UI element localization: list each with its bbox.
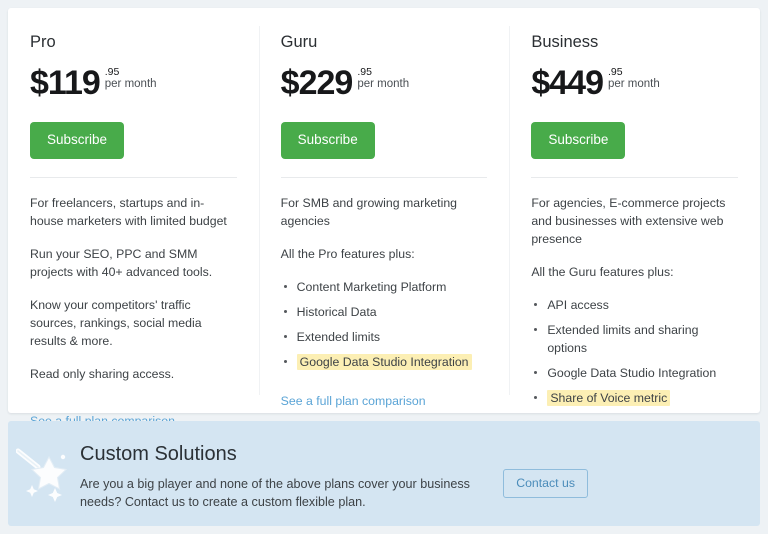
subscribe-button[interactable]: Subscribe — [531, 122, 626, 159]
subscribe-button[interactable]: Subscribe — [30, 122, 125, 159]
plan-price: $119 .95 per month — [30, 66, 237, 104]
plan-column-pro: Pro $119 .95 per month Subscribe For fre… — [8, 8, 259, 428]
feature-text: Historical Data — [296, 304, 377, 319]
plan-column-guru: Guru $229 .95 per month Subscribe For SM… — [258, 8, 510, 413]
divider — [280, 176, 488, 178]
plan-price-period: per month — [104, 78, 157, 90]
divider — [30, 176, 237, 178]
plan-price-suffix: .95 per month — [608, 66, 660, 91]
pricing-page: Pro $119 .95 per month Subscribe For fre… — [0, 0, 768, 534]
plan-column-business: Business $449 .95 per month Subscribe Fo… — [509, 8, 760, 444]
plan-price: $449 .95 per month — [531, 66, 738, 104]
list-item: API access — [531, 296, 738, 314]
feature-text: API access — [547, 297, 609, 312]
plan-price-amount: $449 — [531, 64, 604, 102]
plan-feature-list: Content Marketing Platform Historical Da… — [281, 278, 488, 371]
list-item: Google Data Studio Integration — [531, 364, 738, 382]
plan-name: Guru — [280, 33, 318, 51]
plan-name: Pro — [30, 33, 56, 51]
plan-price-suffix: .95 per month — [357, 66, 409, 91]
list-item: Google Data Studio Integration — [281, 353, 488, 371]
plan-feature-list: API access Extended limits and sharing o… — [531, 296, 738, 407]
plan-name: Business — [531, 33, 599, 51]
feature-text: Content Marketing Platform — [296, 279, 447, 294]
list-item: Historical Data — [281, 303, 488, 321]
plan-description: Know your competitors' traffic sources, … — [30, 297, 202, 348]
feature-text-highlighted: Share of Voice metric — [547, 389, 671, 406]
plan-price-cents: .95 — [104, 66, 120, 78]
custom-solutions-title: Custom Solutions — [80, 443, 237, 465]
list-item: Content Marketing Platform — [281, 278, 488, 296]
feature-text-highlighted: Google Data Studio Integration — [296, 353, 472, 370]
magic-wand-icon — [16, 448, 68, 502]
plan-price-amount: $119 — [30, 64, 101, 102]
feature-text: Google Data Studio Integration — [547, 365, 717, 380]
plan-comparison-link[interactable]: See a full plan comparison — [281, 392, 426, 410]
plan-description: Run your SEO, PPC and SMM projects with … — [30, 246, 213, 279]
feature-text: Extended limits and sharing options — [547, 322, 699, 355]
subscribe-button[interactable]: Subscribe — [280, 122, 375, 159]
divider — [531, 176, 739, 178]
plan-price-period: per month — [607, 78, 660, 90]
custom-solutions-body: Are you a big player and none of the abo… — [80, 477, 470, 509]
list-item: Share of Voice metric — [531, 389, 738, 407]
plan-price: $229 .95 per month — [281, 66, 488, 104]
plan-price-suffix: .95 per month — [105, 66, 157, 91]
plan-features-intro: All the Pro features plus: — [280, 246, 415, 261]
feature-text: Extended limits — [296, 329, 381, 344]
list-item: Extended limits and sharing options — [531, 321, 738, 357]
plan-price-amount: $229 — [280, 64, 354, 102]
plan-price-period: per month — [357, 78, 410, 90]
plan-description: For agencies, E-commerce projects and bu… — [531, 195, 726, 246]
list-item: Extended limits — [281, 328, 488, 346]
plan-price-cents: .95 — [357, 66, 372, 78]
plan-description: Read only sharing access. — [30, 366, 175, 381]
plan-price-cents: .95 — [607, 66, 623, 78]
contact-us-button[interactable]: Contact us — [503, 469, 588, 499]
plans-card: Pro $119 .95 per month Subscribe For fre… — [8, 8, 760, 444]
custom-solutions-banner: Custom Solutions Are you a big player an… — [8, 421, 760, 526]
plan-features-intro: All the Guru features plus: — [531, 264, 674, 279]
plan-description: For SMB and growing marketing agencies — [280, 195, 458, 228]
plan-description: For freelancers, startups and in-house m… — [30, 195, 227, 228]
